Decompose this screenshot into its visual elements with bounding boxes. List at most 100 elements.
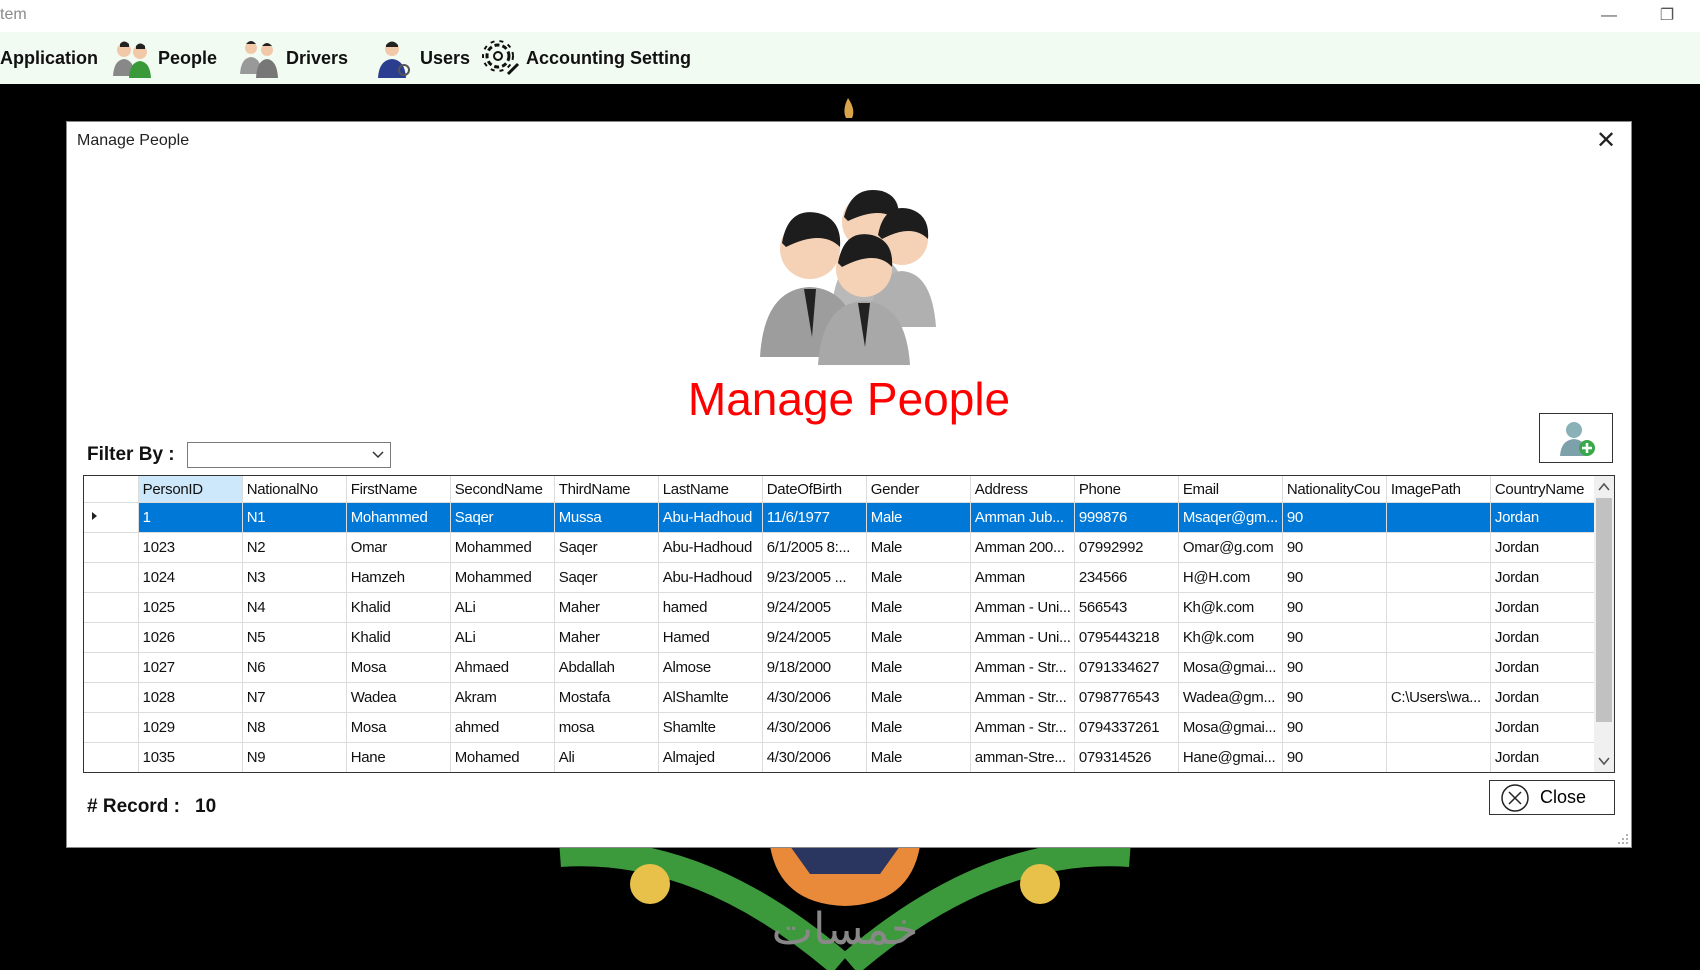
table-cell[interactable]: Almajed bbox=[658, 742, 763, 772]
table-cell[interactable] bbox=[1386, 532, 1491, 563]
table-cell[interactable]: Omar@g.com bbox=[1178, 532, 1283, 563]
table-cell[interactable]: 90 bbox=[1282, 712, 1387, 743]
table-cell[interactable]: Male bbox=[866, 742, 971, 772]
table-cell[interactable]: 0794337261 bbox=[1074, 712, 1179, 743]
row-header[interactable] bbox=[84, 502, 139, 533]
table-row[interactable]: 1023 N2 Omar Mohammed Saqer Abu-Hadhoud 6/1/20… bbox=[84, 532, 1596, 563]
menu-item-users[interactable]: Users bbox=[372, 36, 470, 80]
table-cell[interactable]: 90 bbox=[1282, 622, 1387, 653]
table-cell[interactable]: 9/24/2005 bbox=[762, 622, 867, 653]
table-cell[interactable]: Jordan bbox=[1490, 712, 1596, 743]
table-cell[interactable]: 0798776543 bbox=[1074, 682, 1179, 713]
table-cell[interactable]: Male bbox=[866, 712, 971, 743]
table-cell[interactable]: Almose bbox=[658, 652, 763, 683]
minimize-button[interactable]: — bbox=[1586, 2, 1632, 30]
table-cell[interactable]: Mosa@gmai... bbox=[1178, 712, 1283, 743]
column-header[interactable]: Email bbox=[1178, 476, 1283, 503]
table-cell[interactable]: Mosa bbox=[346, 652, 451, 683]
table-cell[interactable]: 1026 bbox=[138, 622, 243, 653]
table-cell[interactable]: mosa bbox=[554, 712, 659, 743]
table-cell[interactable] bbox=[1386, 592, 1491, 623]
table-cell[interactable]: Jordan bbox=[1490, 592, 1596, 623]
table-cell[interactable]: Jordan bbox=[1490, 502, 1596, 533]
table-cell[interactable]: Msaqer@gm... bbox=[1178, 502, 1283, 533]
table-row[interactable]: 1027 N6 Mosa Ahmaed Abdallah Almose 9/18/2000 M… bbox=[84, 652, 1596, 683]
column-header[interactable]: CountryName bbox=[1490, 476, 1596, 503]
table-cell[interactable]: H@H.com bbox=[1178, 562, 1283, 593]
table-cell[interactable]: Abu-Hadhoud bbox=[658, 562, 763, 593]
column-header[interactable]: Address bbox=[970, 476, 1075, 503]
table-cell[interactable]: C:\Users\wa... bbox=[1386, 682, 1491, 713]
table-row[interactable]: 1035 N9 Hane Mohamed Ali Almajed 4/30/2006 Male… bbox=[84, 742, 1596, 772]
table-cell[interactable]: N5 bbox=[242, 622, 347, 653]
scroll-up-icon[interactable] bbox=[1594, 478, 1614, 496]
add-person-button[interactable] bbox=[1539, 413, 1613, 463]
row-header[interactable] bbox=[84, 742, 139, 772]
dialog-close-icon[interactable]: ✕ bbox=[1593, 128, 1619, 154]
column-header[interactable]: NationalityCou bbox=[1282, 476, 1387, 503]
table-cell[interactable]: Amman - Uni... bbox=[970, 592, 1075, 623]
table-row[interactable]: 1026 N5 Khalid ALi Maher Hamed 9/24/2005 Male Am… bbox=[84, 622, 1596, 653]
column-header[interactable]: ThirdName bbox=[554, 476, 659, 503]
table-cell[interactable]: Khalid bbox=[346, 592, 451, 623]
table-cell[interactable] bbox=[1386, 622, 1491, 653]
table-cell[interactable]: Amman bbox=[970, 562, 1075, 593]
table-cell[interactable]: N6 bbox=[242, 652, 347, 683]
menu-item-accounting-setting[interactable]: Accounting Setting bbox=[478, 36, 691, 80]
table-row[interactable]: 1025 N4 Khalid ALi Maher hamed 9/24/2005 Male Am… bbox=[84, 592, 1596, 623]
table-cell[interactable]: Abdallah bbox=[554, 652, 659, 683]
table-cell[interactable]: N8 bbox=[242, 712, 347, 743]
table-cell[interactable]: Abu-Hadhoud bbox=[658, 502, 763, 533]
scrollbar-thumb[interactable] bbox=[1596, 498, 1612, 722]
scroll-down-icon[interactable] bbox=[1594, 752, 1614, 770]
table-cell[interactable]: Amman 200... bbox=[970, 532, 1075, 563]
column-header[interactable]: ImagePath bbox=[1386, 476, 1491, 503]
table-cell[interactable] bbox=[1386, 502, 1491, 533]
table-cell[interactable]: Amman Jub... bbox=[970, 502, 1075, 533]
table-cell[interactable]: ahmed bbox=[450, 712, 555, 743]
table-cell[interactable]: 1027 bbox=[138, 652, 243, 683]
column-header[interactable]: Gender bbox=[866, 476, 971, 503]
table-cell[interactable]: 234566 bbox=[1074, 562, 1179, 593]
table-cell[interactable]: Amman - Str... bbox=[970, 712, 1075, 743]
filter-dropdown[interactable] bbox=[187, 442, 391, 468]
table-cell[interactable]: Ahmaed bbox=[450, 652, 555, 683]
table-cell[interactable]: Mussa bbox=[554, 502, 659, 533]
table-cell[interactable]: 9/18/2000 bbox=[762, 652, 867, 683]
menu-item-people[interactable]: People bbox=[110, 36, 217, 80]
table-cell[interactable]: 1025 bbox=[138, 592, 243, 623]
table-cell[interactable]: Jordan bbox=[1490, 622, 1596, 653]
table-cell[interactable]: 90 bbox=[1282, 502, 1387, 533]
table-cell[interactable]: 90 bbox=[1282, 532, 1387, 563]
table-cell[interactable]: Mohammed bbox=[346, 502, 451, 533]
table-cell[interactable]: ALi bbox=[450, 622, 555, 653]
table-cell[interactable]: 1028 bbox=[138, 682, 243, 713]
table-cell[interactable]: Jordan bbox=[1490, 682, 1596, 713]
table-cell[interactable]: Hane@gmai... bbox=[1178, 742, 1283, 772]
table-cell[interactable]: Mohammed bbox=[450, 532, 555, 563]
table-cell[interactable]: 90 bbox=[1282, 562, 1387, 593]
table-cell[interactable]: Mohammed bbox=[450, 562, 555, 593]
table-cell[interactable]: N4 bbox=[242, 592, 347, 623]
table-cell[interactable]: 9/23/2005 ... bbox=[762, 562, 867, 593]
table-cell[interactable]: Hamzeh bbox=[346, 562, 451, 593]
table-cell[interactable]: Jordan bbox=[1490, 742, 1596, 772]
table-cell[interactable]: Amman - Str... bbox=[970, 682, 1075, 713]
table-row[interactable]: 1029 N8 Mosa ahmed mosa Shamlte 4/30/2006 Male A… bbox=[84, 712, 1596, 743]
table-cell[interactable]: Mosa bbox=[346, 712, 451, 743]
table-cell[interactable] bbox=[1386, 742, 1491, 772]
table-cell[interactable]: 9/24/2005 bbox=[762, 592, 867, 623]
row-header[interactable] bbox=[84, 562, 139, 593]
table-cell[interactable]: Male bbox=[866, 652, 971, 683]
table-cell[interactable]: Amman - Uni... bbox=[970, 622, 1075, 653]
table-cell[interactable]: Amman - Str... bbox=[970, 652, 1075, 683]
table-cell[interactable]: Mosa@gmai... bbox=[1178, 652, 1283, 683]
menu-item-drivers[interactable]: Drivers bbox=[238, 36, 348, 80]
table-cell[interactable]: 0795443218 bbox=[1074, 622, 1179, 653]
table-cell[interactable]: Male bbox=[866, 682, 971, 713]
table-cell[interactable]: Mohamed bbox=[450, 742, 555, 772]
table-cell[interactable]: Male bbox=[866, 592, 971, 623]
table-cell[interactable]: Saqer bbox=[450, 502, 555, 533]
column-header[interactable]: LastName bbox=[658, 476, 763, 503]
table-cell[interactable]: Saqer bbox=[554, 562, 659, 593]
